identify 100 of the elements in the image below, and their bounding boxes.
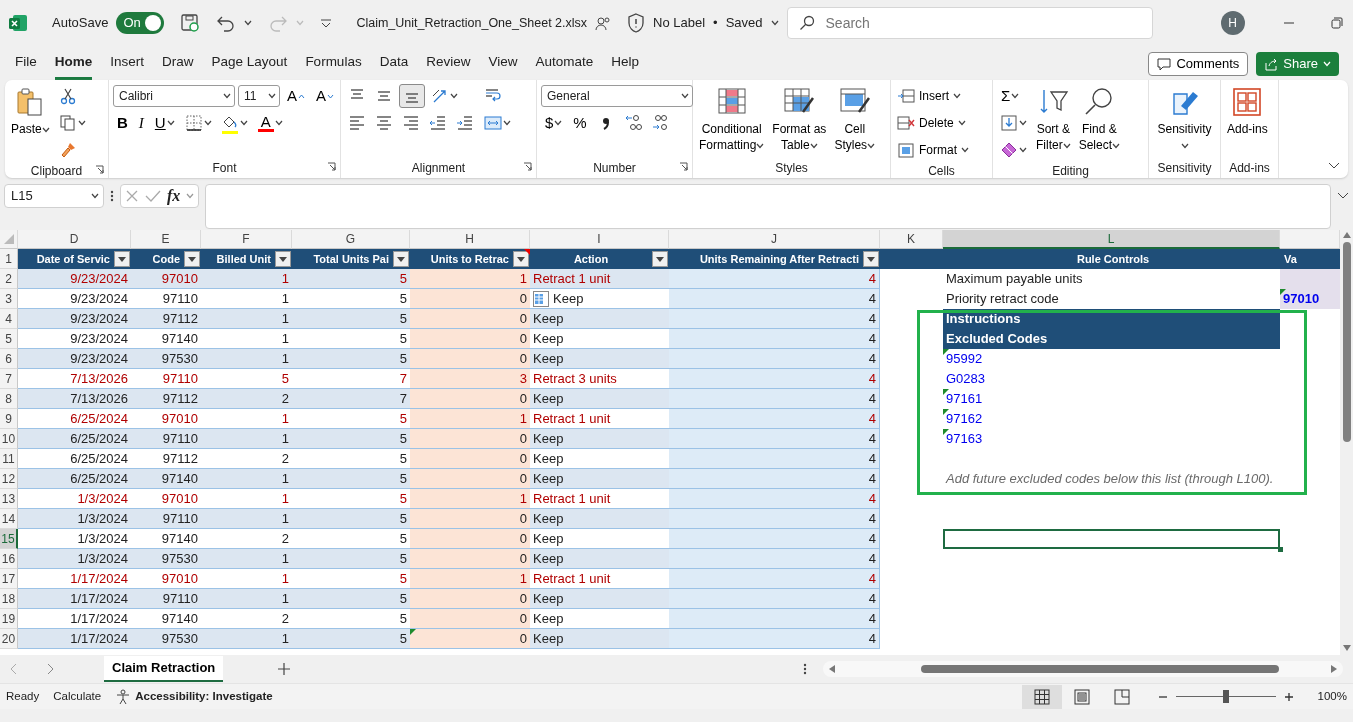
table-cell-text: Keep (533, 589, 564, 608)
toolbar-button[interactable]: U (150, 111, 179, 135)
menu-tab[interactable]: File (15, 47, 37, 80)
menu-tab[interactable]: Review (426, 47, 471, 80)
combo-box[interactable]: General (541, 85, 693, 107)
row-heading[interactable]: 1 (0, 249, 18, 269)
row-heading[interactable]: 5 (0, 329, 18, 349)
ribbon-button[interactable]: Cell Styles (832, 84, 878, 155)
table-cell: 6/25/2024 (18, 469, 131, 489)
row-heading[interactable]: 17 (0, 569, 18, 589)
table-cell: 97010 (131, 269, 201, 289)
row-heading[interactable]: 8 (0, 389, 18, 409)
row-heading[interactable]: 16 (0, 549, 18, 569)
row-heading[interactable]: 2 (0, 269, 18, 289)
table-cell: 97110 (131, 429, 201, 449)
row-heading[interactable]: 15 (0, 529, 18, 549)
table-cell: 1 (201, 509, 292, 529)
table-cell-text: Keep (533, 629, 564, 648)
row-heading[interactable]: 14 (0, 509, 18, 529)
column-heading[interactable]: D (18, 230, 131, 249)
table-cell: 0 (410, 529, 530, 549)
row-heading[interactable]: 4 (0, 309, 18, 329)
menu-tab[interactable]: Formulas (305, 47, 362, 80)
column-heading[interactable]: E (131, 230, 201, 249)
ribbon-button[interactable]: Format as Table (770, 84, 829, 155)
user-avatar[interactable]: H (1220, 11, 1245, 35)
save-status[interactable]: Saved (725, 13, 763, 33)
table-cell-text: Retract 3 units (533, 369, 617, 388)
row-heading[interactable]: 12 (0, 469, 18, 489)
column-heading[interactable]: H (410, 230, 530, 249)
table-cell: 5 (292, 469, 410, 489)
row-heading[interactable]: 20 (0, 629, 18, 649)
menu-tab[interactable]: View (488, 47, 518, 80)
ribbon-button[interactable]: Format (895, 138, 971, 162)
menu-tab[interactable]: Draw (162, 47, 194, 80)
table-cell: 5 (292, 309, 410, 329)
column-heading[interactable]: J (669, 230, 880, 249)
ribbon-button[interactable]: Delete (895, 111, 968, 135)
table-cell-text: Keep (533, 449, 564, 468)
table-cell-text: Retract 1 unit (533, 409, 611, 428)
row-heading[interactable]: 13 (0, 489, 18, 509)
table-cell: 97010 (1280, 289, 1340, 309)
toolbar-button[interactable]: Σ (997, 84, 1024, 108)
menu-tab[interactable]: Automate (535, 47, 594, 80)
autosave-toggle[interactable]: On (116, 12, 165, 34)
combo-box[interactable]: 11 (238, 85, 280, 107)
sheet-tab[interactable]: Claim Retraction (104, 656, 224, 682)
row-heading[interactable]: 7 (0, 369, 18, 389)
row-heading[interactable]: 9 (0, 409, 18, 429)
share-button[interactable]: Share (1256, 52, 1339, 76)
row-heading[interactable]: 11 (0, 449, 18, 469)
table-cell: 1 (201, 629, 292, 649)
table-cell: 4 (669, 369, 880, 389)
column-heading[interactable]: K (880, 230, 943, 249)
ribbon-button[interactable]: Sort & Filter (1034, 84, 1073, 155)
header-label: Total Units Pai (312, 251, 389, 267)
ribbon-button[interactable]: Sensitivity (1153, 84, 1216, 155)
menu-tab[interactable]: Help (611, 47, 640, 80)
column-heading[interactable]: G (292, 230, 410, 249)
ribbon-button[interactable]: Conditional Formatting (697, 84, 767, 155)
column-heading[interactable]: I (530, 230, 669, 249)
comments-button[interactable]: Comments (1148, 52, 1249, 76)
table-cell: 97112 (131, 309, 201, 329)
column-heading[interactable]: L (943, 230, 1280, 249)
menu-tab[interactable]: Page Layout (211, 47, 288, 80)
insert-function-button[interactable]: fx (167, 184, 181, 208)
table-cell: 6/25/2024 (18, 429, 131, 449)
table-cell: 5 (292, 549, 410, 569)
table-cell: 1 (201, 269, 292, 289)
menu-tab[interactable]: Data (379, 47, 409, 80)
row-heading[interactable]: 3 (0, 289, 18, 309)
sensitivity-label[interactable]: No Label (653, 13, 706, 33)
calculate-button[interactable]: Calculate (53, 687, 102, 706)
ribbon-button[interactable]: Find & Select (1076, 84, 1123, 155)
toolbar-button[interactable]: A (283, 84, 309, 108)
row-heading[interactable]: 19 (0, 609, 18, 629)
toolbar-button[interactable]: B (113, 111, 132, 135)
ribbon-button[interactable]: Insert (895, 84, 963, 108)
combo-box[interactable]: Calibri (113, 85, 235, 107)
group-label: Styles (775, 159, 808, 177)
row-heading[interactable]: 18 (0, 589, 18, 609)
toolbar-button[interactable]: A (253, 111, 287, 135)
toolbar-button[interactable]: $ (541, 111, 567, 135)
toolbar-button[interactable]: I (134, 111, 148, 135)
table-cell-text: Keep (533, 549, 564, 568)
toolbar-button[interactable]: A (312, 84, 339, 108)
table-cell: 4 (669, 469, 880, 489)
accessibility-status[interactable]: Accessibility: Investigate (135, 687, 273, 706)
zoom-level[interactable]: 100% (1317, 687, 1347, 706)
ribbon-button[interactable]: Paste (9, 84, 52, 139)
row-heading[interactable]: 6 (0, 349, 18, 369)
table-cell: 4 (669, 329, 880, 349)
name-box[interactable]: L15 (4, 184, 104, 208)
table-cell: 4 (669, 509, 880, 529)
search-field[interactable]: Search (786, 7, 1153, 39)
ribbon-button[interactable]: Add-ins (1225, 84, 1270, 139)
row-heading[interactable]: 10 (0, 429, 18, 449)
column-heading[interactable]: F (201, 230, 292, 249)
menu-tab[interactable]: Insert (110, 47, 145, 80)
toolbar-button[interactable]: % (569, 111, 591, 135)
